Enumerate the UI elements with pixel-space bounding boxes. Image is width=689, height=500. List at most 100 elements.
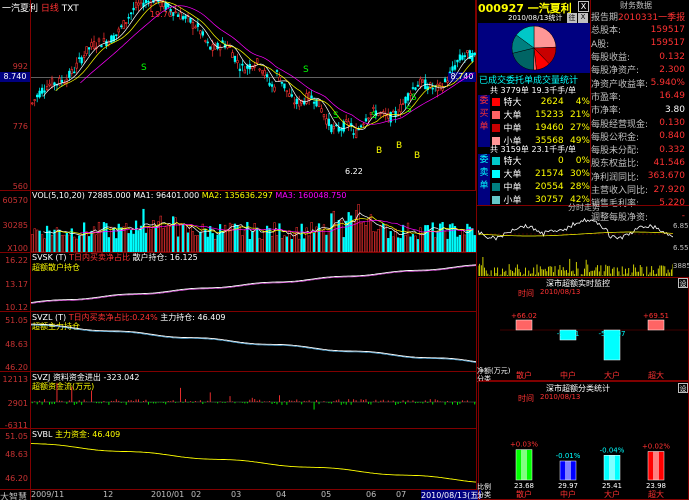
row-label: 大单 (503, 170, 522, 180)
volume-bar (352, 220, 355, 252)
candle-body (275, 70, 279, 72)
high-mark: 19.70 (150, 10, 173, 19)
low-mark: 6.22 (345, 167, 363, 176)
volume-bar (362, 221, 365, 252)
row-value: 20554 (535, 181, 564, 192)
volume-bar (394, 228, 397, 252)
candle-body (78, 57, 81, 59)
finance-row: A股: 159517 (591, 37, 689, 50)
row-percent: 21% (569, 109, 590, 120)
row-value: 15233 (535, 109, 564, 120)
volume-bar (404, 234, 407, 252)
candle-body (38, 90, 41, 98)
volume-bar (253, 223, 256, 252)
candle-body (298, 99, 301, 107)
candle-body (238, 68, 242, 72)
volume-bar (164, 226, 167, 252)
pie-slice (533, 25, 557, 49)
monitor-bar (515, 319, 533, 331)
volume-bar (387, 238, 390, 252)
finance-row: 每股收益: 0.132 (591, 50, 689, 64)
box2-settings-button[interactable]: 设 (678, 383, 688, 393)
candle-body (127, 16, 130, 19)
volume-bar (270, 235, 274, 252)
volume-bar (134, 220, 138, 252)
finance-row: 主营收入同比: 27.920 (591, 183, 689, 197)
finance-value: 5.220 (659, 197, 685, 208)
brand-label: 大智慧 (0, 493, 28, 500)
volume-bar (280, 238, 284, 252)
indicator-line (31, 323, 476, 363)
candle-body (189, 17, 192, 23)
candle-body (310, 95, 313, 99)
candle-body (273, 86, 276, 92)
svsk-chart[interactable] (31, 253, 476, 311)
code-header: 000927 一汽夏利 (478, 0, 590, 15)
volume-bar (169, 226, 172, 252)
volume-bar (167, 224, 170, 252)
candle-body (463, 55, 467, 57)
vol-axis-mid: 30285 (2, 221, 28, 230)
volume-bar (377, 229, 380, 252)
x-axis-label: 2010/08/13(五) (421, 490, 482, 500)
kline-chart[interactable]: S SS SSB BBS (31, 0, 476, 190)
candle-body (92, 41, 96, 49)
volume-bar (211, 233, 214, 252)
candle-body (115, 34, 118, 36)
row-percent: 27% (569, 122, 590, 133)
candle-body (293, 102, 296, 105)
row-label: 特大 (503, 157, 522, 167)
svzj-axis-2: 2901 (7, 399, 28, 408)
signal-marker: S (303, 65, 309, 75)
finance-key: 每股净资产: (591, 66, 640, 77)
candle-body (85, 46, 88, 54)
candle-body (181, 16, 185, 20)
volume-bar (80, 234, 83, 252)
finance-key: 每股收益: (591, 53, 631, 64)
volume-bar (90, 230, 93, 252)
candle-body (330, 124, 333, 133)
close-button[interactable]: X (578, 1, 589, 12)
volume-chart[interactable] (31, 200, 476, 252)
svzl-chart[interactable] (31, 312, 476, 370)
back-button[interactable]: 往 (567, 13, 577, 23)
candle-body (438, 82, 442, 86)
candle-body (206, 41, 209, 44)
sell-side-label: 委卖单 (478, 154, 490, 206)
volume-bar (359, 222, 363, 252)
candle-body (120, 25, 123, 28)
volume-bar (312, 232, 316, 252)
svzj-chart[interactable] (31, 372, 476, 428)
monitor-bar-label: 大户 (604, 370, 620, 380)
table-row: 特大 2624 4% (490, 95, 590, 108)
volume-bar (325, 234, 328, 252)
finance-key: 股东权益比: (591, 159, 640, 170)
classify-bar-change: +0.02% (642, 443, 670, 451)
volume-bar (411, 234, 415, 252)
volume-bar (397, 237, 400, 252)
candle-body (312, 101, 316, 104)
volume-bar (105, 223, 108, 252)
volume-bar (107, 237, 110, 252)
candle-body (263, 70, 266, 76)
candle-body (87, 47, 91, 50)
volume-bar (256, 227, 259, 252)
volume-bar (85, 231, 88, 252)
volume-bar (303, 238, 306, 252)
x-axis: 2009/11 12 2010/01 02 03 04 05 06 07 2010/08/13(五… (31, 490, 482, 500)
svbl-chart[interactable] (31, 429, 476, 489)
finance-value: 2.300 (659, 64, 685, 75)
box1-settings-button[interactable]: 设 (678, 278, 688, 288)
volume-bar (214, 238, 217, 252)
candle-body (325, 118, 328, 125)
intraday-axis-3: 3885 (673, 262, 689, 270)
volume-bar (473, 235, 476, 252)
volume-bar (261, 239, 264, 252)
volume-bar (456, 236, 459, 252)
intraday-chart[interactable] (478, 212, 673, 276)
price-cursor-left: 8.740 (0, 72, 30, 82)
close-icon[interactable]: X (578, 13, 588, 23)
finance-row: 总股本: 159517 (591, 23, 689, 37)
candle-body (337, 127, 340, 132)
volume-bar (149, 229, 153, 252)
